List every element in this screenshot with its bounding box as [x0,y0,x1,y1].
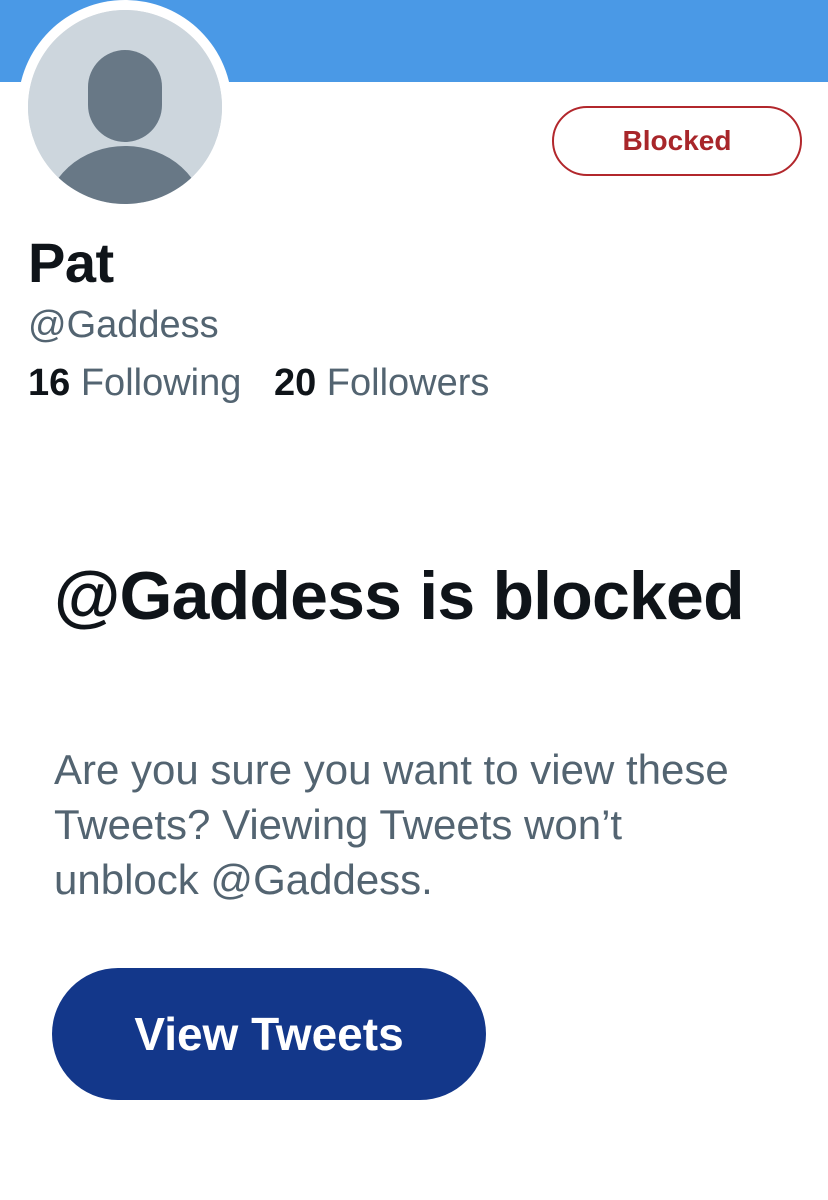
blocked-title: @Gaddess is blocked [54,558,745,634]
profile-name: Pat [28,231,114,294]
followers-link[interactable]: 20 Followers [274,362,489,405]
following-label: Following [80,362,242,404]
blocked-description: Are you sure you want to view these Twee… [54,746,729,903]
view-tweets-button[interactable]: View Tweets [52,968,486,1100]
profile-stats: 16 Following 20 Followers [28,362,511,405]
profile-handle: @Gaddess [28,304,219,346]
following-link[interactable]: 16 Following [28,362,241,405]
profile-page: Blocked Pat @Gaddess 16 Following 20 Fol… [0,0,828,1200]
following-count: 16 [28,362,71,404]
followers-count: 20 [273,362,317,404]
blocked-button[interactable]: Blocked [552,106,802,176]
followers-label: Followers [326,362,490,404]
default-avatar-icon [28,10,222,204]
avatar[interactable] [28,10,222,204]
